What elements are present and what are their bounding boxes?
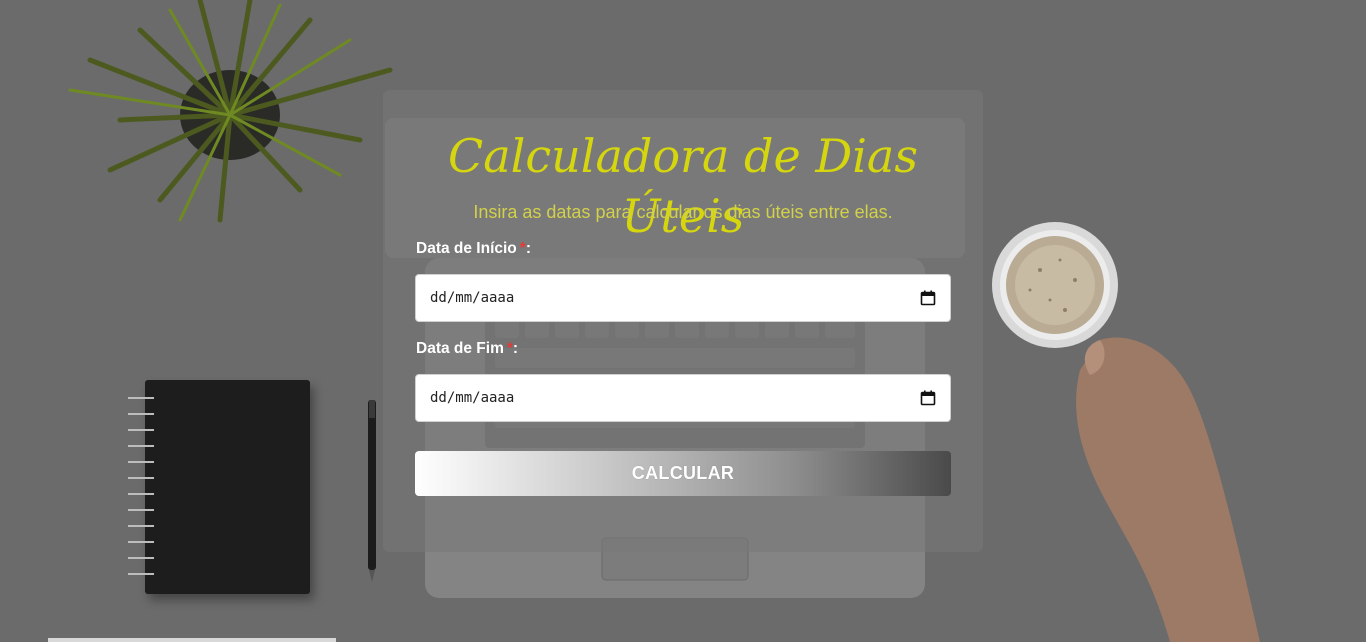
calendar-icon[interactable] (920, 390, 936, 406)
page-subtitle: Insira as datas para calcular os dias út… (473, 202, 893, 222)
pen-image (368, 400, 376, 582)
calendar-icon[interactable] (920, 290, 936, 306)
page-title: Calculadora de Dias Úteis (448, 129, 918, 243)
end-date-value: dd/mm/aaaa (430, 390, 515, 406)
start-date-input[interactable]: dd/mm/aaaa (415, 274, 951, 322)
notebook-image (145, 380, 310, 594)
plant-image (68, 0, 393, 223)
end-date-label-text: Data de Fim (416, 340, 504, 357)
end-date-input[interactable]: dd/mm/aaaa (415, 374, 951, 422)
label-colon: : (525, 240, 531, 257)
start-date-label: Data de Início *: (416, 239, 531, 259)
hand-image (1076, 337, 1260, 642)
notebook-spiral (128, 397, 154, 575)
start-date-value: dd/mm/aaaa (430, 290, 515, 306)
bottom-bar (48, 638, 336, 642)
calculator-card: Calculadora de Dias Úteis Insira as data… (383, 90, 983, 552)
start-date-label-text: Data de Início (416, 240, 517, 257)
calculate-button[interactable]: CALCULAR (415, 451, 951, 496)
end-date-label: Data de Fim *: (416, 339, 518, 359)
background-scene: Calculadora de Dias Úteis Insira as data… (0, 0, 1366, 642)
label-colon: : (512, 340, 519, 357)
